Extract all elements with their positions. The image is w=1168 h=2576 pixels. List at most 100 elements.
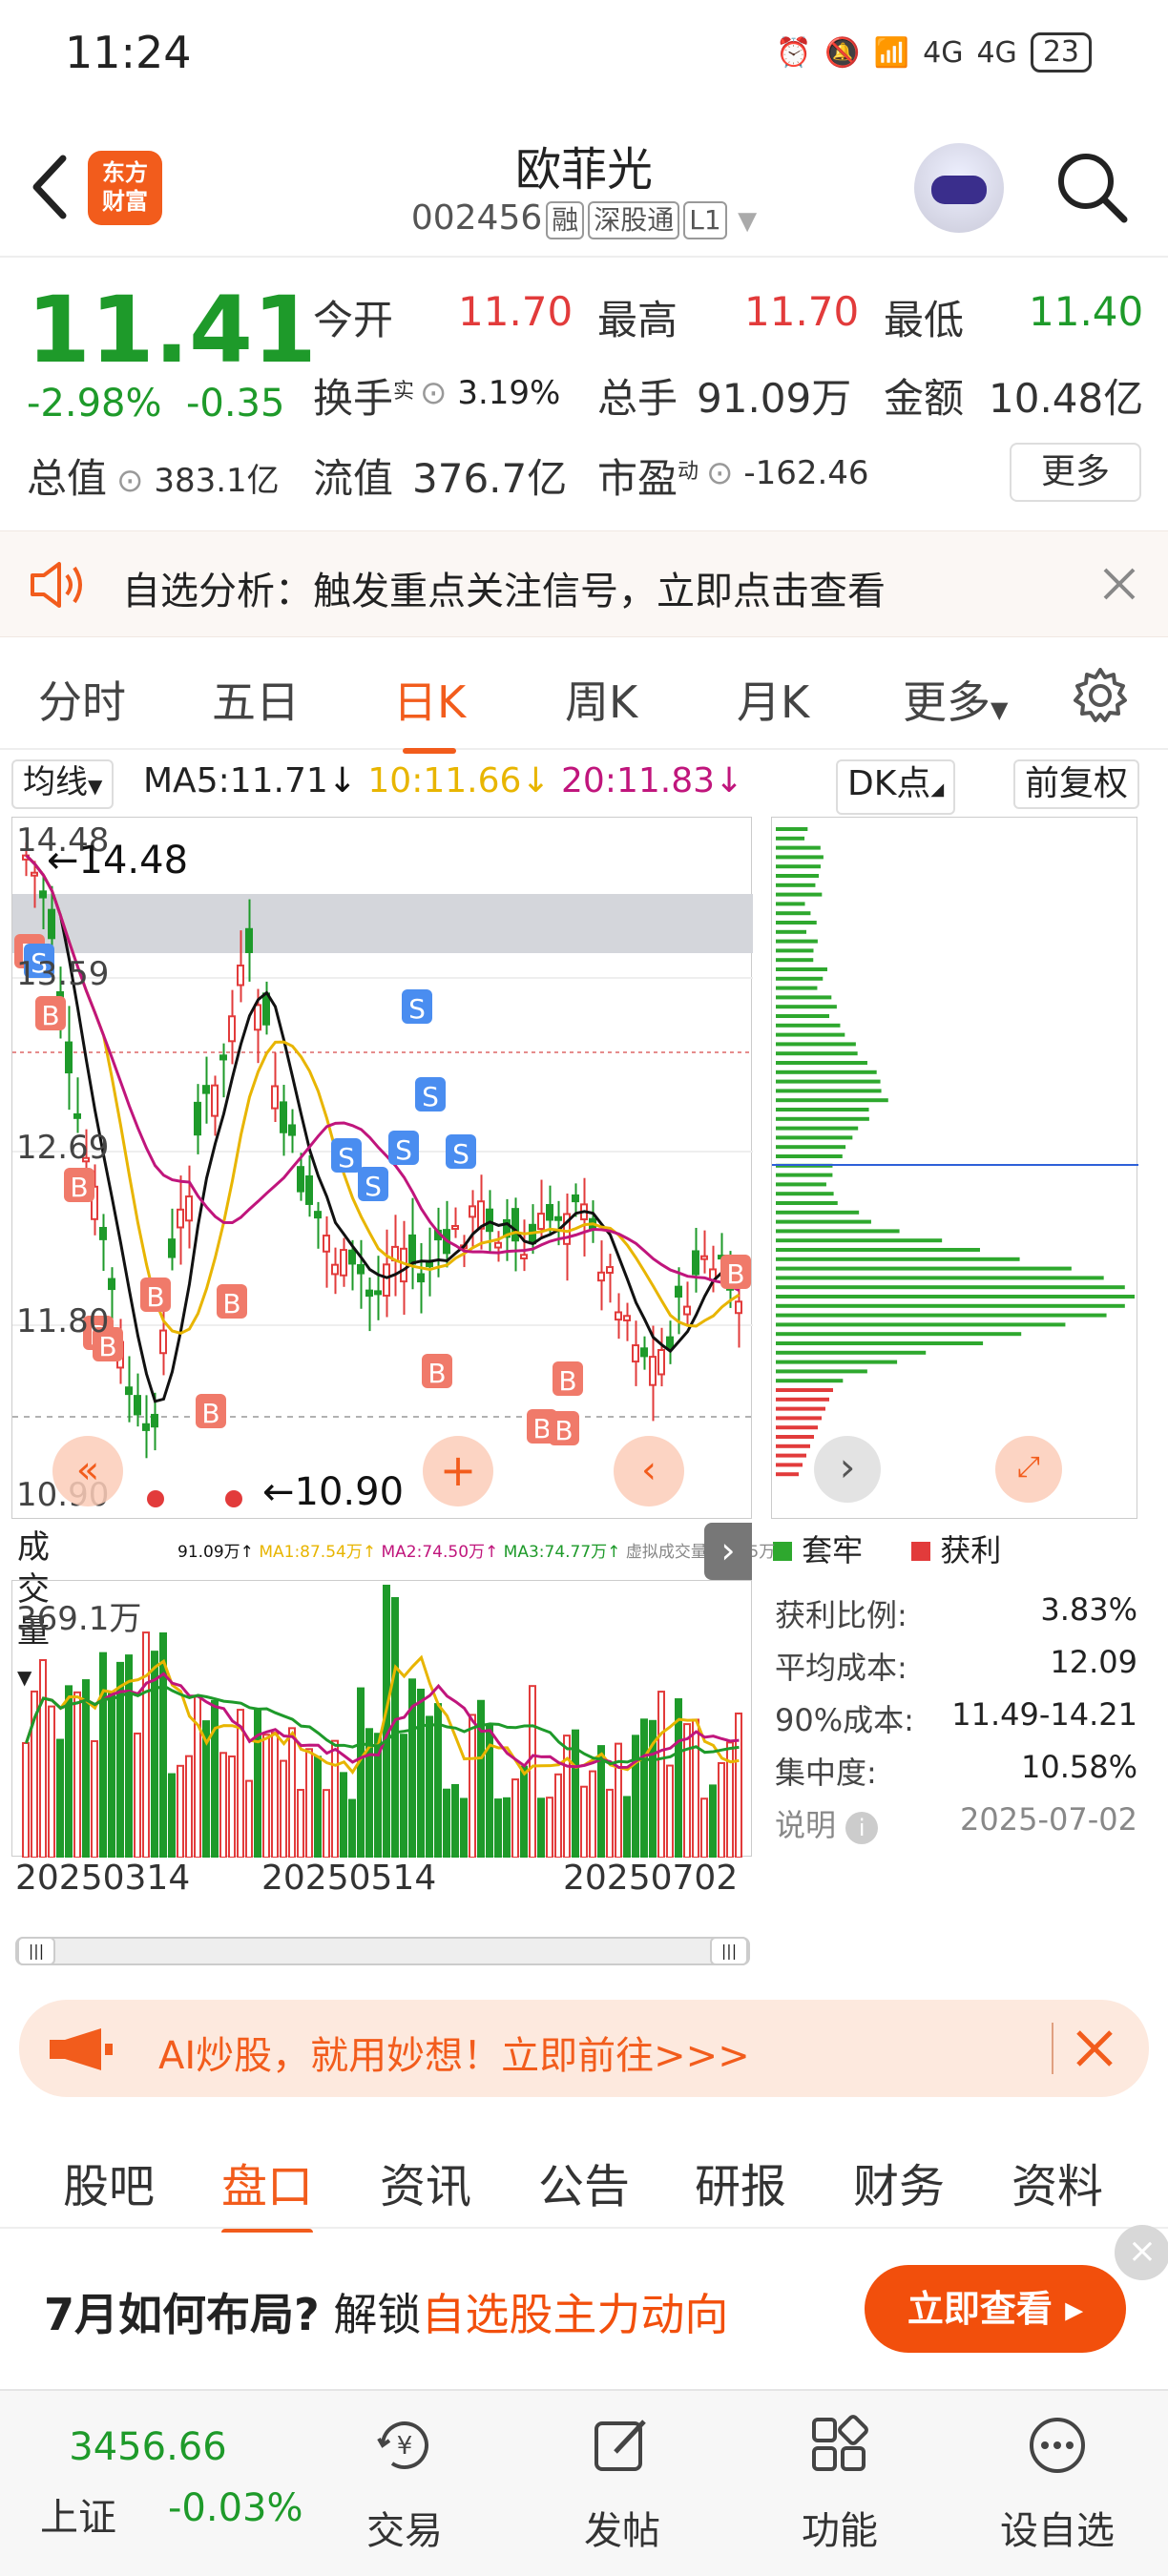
chip-legend: 套牢 获利 bbox=[773, 1527, 1001, 1570]
index-value[interactable]: 3456.66 bbox=[69, 2425, 227, 2469]
tab-more[interactable]: 更多▼ bbox=[903, 668, 1008, 731]
chip-bar bbox=[776, 845, 821, 850]
chip-bar bbox=[776, 1098, 888, 1103]
scroll-handle-right[interactable]: ||| bbox=[710, 1937, 748, 1965]
zoom-in-button[interactable]: + bbox=[423, 1436, 493, 1506]
volume-bar bbox=[142, 1631, 150, 1859]
battery-icon: 23 bbox=[1030, 32, 1092, 73]
more-button[interactable]: 更多 bbox=[1010, 443, 1141, 502]
volume-bar bbox=[391, 1597, 399, 1859]
info-icon: ⊙ bbox=[420, 374, 448, 412]
close-icon[interactable]: × bbox=[1115, 2225, 1168, 2280]
trade-marker-label: B bbox=[726, 1258, 744, 1290]
volume-bar bbox=[99, 1652, 107, 1859]
close-icon[interactable] bbox=[1101, 566, 1137, 602]
kline-svg: BBBBBBBBBBBBBSSSSSSS bbox=[12, 842, 753, 1507]
tab-daily-k[interactable]: 日K bbox=[393, 668, 466, 754]
chip-bar bbox=[776, 976, 824, 981]
volume-bar bbox=[331, 1739, 339, 1859]
nav-functions[interactable]: 功能 bbox=[773, 2414, 907, 2555]
promo-banner[interactable]: 7月如何布局? 解锁自选股主力动向 立即查看 ▸ × bbox=[0, 2225, 1168, 2385]
volume-bar bbox=[314, 1755, 322, 1859]
scroll-handle-left[interactable]: ||| bbox=[17, 1937, 55, 1965]
tag-level: L1 bbox=[683, 201, 727, 239]
volume-bar bbox=[460, 1797, 468, 1859]
analysis-notice[interactable]: 自选分析：触发重点关注信号，立即点击查看 bbox=[0, 530, 1168, 637]
nav-post[interactable]: 发帖 bbox=[555, 2414, 689, 2555]
ma-mode-select[interactable]: 均线▼ bbox=[11, 759, 115, 809]
chart-scrollbar[interactable]: ||| ||| bbox=[15, 1937, 750, 1965]
chip-distribution-chart[interactable]: › ⤢ bbox=[771, 817, 1138, 1519]
volume-bar bbox=[211, 1699, 219, 1859]
tab-news[interactable]: 资讯 bbox=[380, 2149, 471, 2215]
candle bbox=[314, 1211, 322, 1219]
tab-five-day[interactable]: 五日 bbox=[212, 668, 300, 731]
candle bbox=[649, 1356, 657, 1386]
tab-handicap[interactable]: 盘口 bbox=[221, 2149, 314, 2236]
chip-bar bbox=[776, 883, 816, 887]
nav-trade[interactable]: ¥ 交易 bbox=[338, 2414, 471, 2555]
current-price: 11.41 bbox=[27, 277, 317, 384]
volume-bar bbox=[125, 1654, 133, 1859]
chip-bar bbox=[776, 1126, 859, 1131]
chip-bar bbox=[776, 958, 814, 963]
volume-bar bbox=[434, 1703, 442, 1859]
chip-bar bbox=[776, 1276, 1104, 1280]
dropdown-triangle-icon[interactable]: ▼ bbox=[738, 207, 757, 236]
dot-marker bbox=[225, 1490, 242, 1507]
more-dots-icon bbox=[1030, 2418, 1085, 2473]
expand-indicators-button[interactable]: › bbox=[704, 1523, 752, 1580]
close-icon[interactable] bbox=[1074, 2028, 1115, 2068]
view-now-button[interactable]: 立即查看 ▸ bbox=[865, 2265, 1126, 2353]
dk-point-select[interactable]: DK点◢ bbox=[836, 759, 956, 815]
chip-bar bbox=[776, 1303, 1125, 1308]
explain-link[interactable]: 说明 i bbox=[775, 1801, 879, 1854]
candle bbox=[486, 1208, 493, 1233]
scroll-left-button[interactable]: ‹ bbox=[614, 1436, 684, 1506]
tag-connect: 深股通 bbox=[588, 201, 680, 239]
adjust-select[interactable]: 前复权 bbox=[1013, 759, 1140, 809]
ai-promo-bar[interactable]: AI炒股，就用妙想！立即前往>>> bbox=[19, 2000, 1149, 2097]
scroll-left-fast-button[interactable]: « bbox=[52, 1436, 123, 1506]
tab-research[interactable]: 研报 bbox=[695, 2149, 786, 2215]
search-icon[interactable] bbox=[1053, 149, 1130, 225]
chip-bar bbox=[776, 1341, 984, 1345]
volume-bar bbox=[65, 1685, 73, 1859]
candle bbox=[692, 1250, 699, 1276]
trade-marker-label: S bbox=[395, 1134, 412, 1166]
candle bbox=[271, 1085, 279, 1110]
tab-announcements[interactable]: 公告 bbox=[538, 2149, 630, 2215]
volume-chart[interactable]: 369.1万 bbox=[11, 1580, 752, 1859]
tab-intraday[interactable]: 分时 bbox=[38, 668, 126, 731]
ma-values: MA5:11.71↓ 10:11.66↓ 20:11.83↓ bbox=[143, 761, 744, 800]
tab-finance[interactable]: 财务 bbox=[853, 2149, 945, 2215]
volume-bar bbox=[91, 1739, 98, 1859]
y-label-2: 13.59 bbox=[16, 955, 110, 993]
ai-robot-icon[interactable] bbox=[914, 143, 1004, 233]
kline-chart[interactable]: BBBBBBBBBBBBBSSSSSSS 14.48 ←14.48 13.59 … bbox=[11, 817, 753, 1519]
chip-bar bbox=[776, 1406, 825, 1411]
chip-bar bbox=[776, 1135, 853, 1140]
tab-profile[interactable]: 资料 bbox=[1012, 2149, 1103, 2215]
stock-header: 东方 财富 欧菲光 002456 融深股通 L1 ▼ bbox=[0, 114, 1168, 258]
trade-marker-label: B bbox=[201, 1398, 219, 1429]
candle bbox=[65, 1041, 73, 1074]
volume-bar bbox=[254, 1708, 261, 1859]
chip-bar bbox=[776, 939, 818, 944]
tab-weekly-k[interactable]: 周K bbox=[565, 668, 637, 731]
chip-bar bbox=[776, 836, 805, 841]
candle bbox=[572, 1194, 579, 1203]
chip-bar bbox=[776, 1051, 858, 1056]
tab-forum[interactable]: 股吧 bbox=[63, 2149, 155, 2215]
tag-margin: 融 bbox=[546, 201, 585, 239]
nav-add-watchlist[interactable]: 设自选 bbox=[991, 2414, 1124, 2555]
chip-next-button[interactable]: › bbox=[814, 1436, 881, 1503]
chip-bar bbox=[776, 1379, 844, 1383]
expand-icon[interactable]: ⤢ bbox=[995, 1436, 1062, 1503]
tab-monthly-k[interactable]: 月K bbox=[737, 668, 809, 731]
trade-marker-label: B bbox=[532, 1413, 551, 1444]
candle bbox=[194, 1101, 201, 1136]
volume-bar bbox=[597, 1745, 605, 1859]
volume-bar bbox=[134, 1732, 141, 1859]
gear-icon[interactable] bbox=[1071, 666, 1130, 725]
